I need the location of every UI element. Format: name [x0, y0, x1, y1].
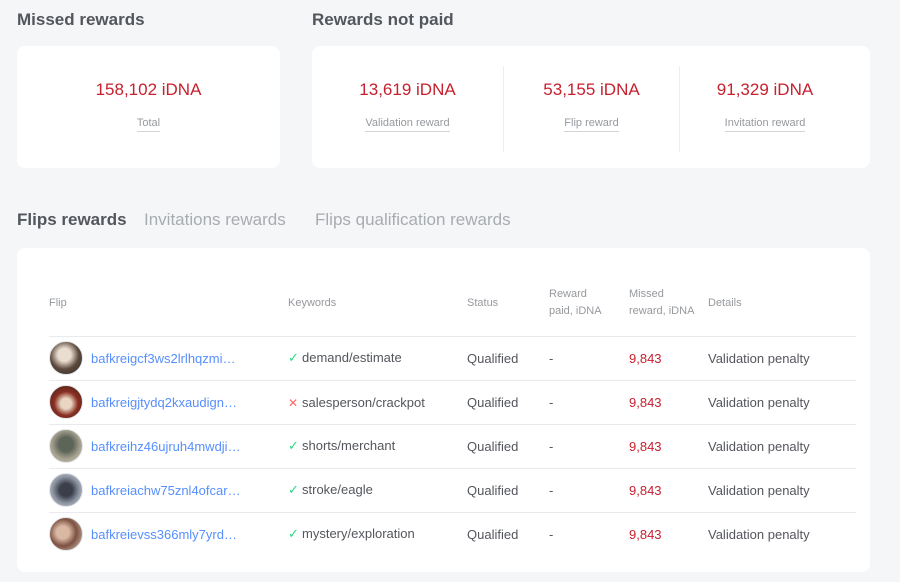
flip-reward-stat: 53,155 iDNA Flip reward — [504, 46, 679, 168]
table-row: bafkreihz46ujruh4mwdji… ✓ shorts/merchant… — [49, 424, 856, 469]
missed-reward: 9,843 — [629, 526, 662, 542]
keywords: stroke/eagle — [302, 482, 373, 497]
flip-link[interactable]: bafkreihz46ujruh4mwdji… — [91, 439, 241, 454]
status: Qualified — [467, 468, 549, 513]
tab-flips-rewards[interactable]: Flips rewards — [17, 210, 127, 230]
total-value: 158,102 iDNA — [95, 80, 202, 99]
missed-rewards-title: Missed rewards — [17, 10, 145, 29]
header-keywords: Keywords — [288, 271, 467, 337]
reward-paid: - — [549, 526, 554, 542]
table-header-row: Flip Keywords Status Reward paid, iDNA Mi… — [49, 271, 856, 337]
check-icon: ✓ — [288, 526, 299, 542]
details: Validation penalty — [708, 468, 856, 513]
total-stat: 158,102 iDNA Total — [17, 46, 280, 168]
invitation-reward-stat: 91,329 iDNA Invitation reward — [680, 46, 850, 168]
status: Qualified — [467, 526, 519, 542]
reward-paid: - — [549, 424, 629, 469]
keywords: shorts/merchant — [302, 438, 396, 453]
table-row: bafkreigcf3ws2lrlhqzmi… ✓ demand/estimate… — [49, 336, 856, 381]
check-icon: ✓ — [288, 482, 299, 497]
flips-table-card: Flip Keywords Status Reward paid, iDNA Mi… — [17, 248, 870, 572]
details: Validation penalty — [708, 424, 856, 469]
status: Qualified — [467, 336, 549, 381]
flip-thumbnail[interactable] — [49, 473, 83, 507]
missed-reward: 9,843 — [629, 336, 708, 381]
validation-reward-stat: 13,619 iDNA Validation reward — [312, 46, 503, 168]
table-row: bafkreigjtydq2kxaudign… ✕ salesperson/cra… — [49, 380, 856, 425]
tab-invitations-rewards[interactable]: Invitations rewards — [144, 210, 286, 230]
keywords: salesperson/crackpot — [302, 394, 425, 410]
flips-table: Flip Keywords Status Reward paid, iDNA Mi… — [49, 271, 856, 556]
status: Qualified — [467, 424, 549, 469]
flip-thumbnail[interactable] — [49, 517, 83, 552]
flip-thumbnail[interactable] — [49, 429, 83, 463]
table-row: bafkreiachw75znl4ofcar… ✓ stroke/eagle Qu… — [49, 468, 856, 513]
cross-icon: ✕ — [288, 395, 299, 410]
missed-reward: 9,843 — [629, 468, 708, 513]
header-flip: Flip — [49, 271, 288, 337]
keywords: demand/estimate — [302, 350, 402, 365]
reward-paid: - — [549, 380, 629, 425]
validation-reward-label[interactable]: Validation reward — [312, 117, 503, 132]
check-icon: ✓ — [288, 438, 299, 453]
flip-link[interactable]: bafkreievss366mly7yrd… — [91, 527, 237, 542]
header-missed-reward: Missed reward, iDNA — [629, 271, 708, 337]
status: Qualified — [467, 380, 549, 425]
details: Validation penalty — [708, 336, 856, 381]
flip-link[interactable]: bafkreiachw75znl4ofcar… — [91, 483, 241, 498]
rewards-not-paid-title: Rewards not paid — [312, 10, 454, 29]
details: Validation penalty — [708, 380, 856, 425]
validation-reward-value: 13,619 iDNA — [359, 80, 456, 99]
rewards-not-paid-card: 13,619 iDNA Validation reward 53,155 iDN… — [312, 46, 870, 168]
table-row: bafkreievss366mly7yrd… ✓ mystery/explorat… — [49, 512, 856, 556]
flip-link[interactable]: bafkreigjtydq2kxaudign… — [91, 395, 237, 410]
reward-paid: - — [549, 468, 629, 513]
header-details: Details — [708, 271, 856, 337]
missed-rewards-card: 158,102 iDNA Total — [17, 46, 280, 168]
invitation-reward-value: 91,329 iDNA — [716, 80, 814, 99]
reward-paid: - — [549, 336, 629, 381]
missed-reward: 9,843 — [629, 424, 708, 469]
total-label[interactable]: Total — [17, 117, 280, 132]
flip-reward-label[interactable]: Flip reward — [504, 117, 679, 132]
invitation-reward-label[interactable]: Invitation reward — [680, 117, 850, 132]
header-status: Status — [467, 271, 549, 337]
flip-thumbnail[interactable] — [49, 385, 83, 419]
details: Validation penalty — [708, 526, 810, 542]
tab-flips-qualification-rewards[interactable]: Flips qualification rewards — [315, 210, 511, 230]
flip-link[interactable]: bafkreigcf3ws2lrlhqzmi… — [91, 351, 236, 366]
flip-thumbnail[interactable] — [49, 341, 83, 375]
keywords: mystery/exploration — [302, 526, 415, 542]
flip-reward-value: 53,155 iDNA — [543, 80, 640, 99]
header-reward-paid: Reward paid, iDNA — [549, 271, 629, 337]
check-icon: ✓ — [288, 350, 299, 365]
missed-reward: 9,843 — [629, 380, 708, 425]
